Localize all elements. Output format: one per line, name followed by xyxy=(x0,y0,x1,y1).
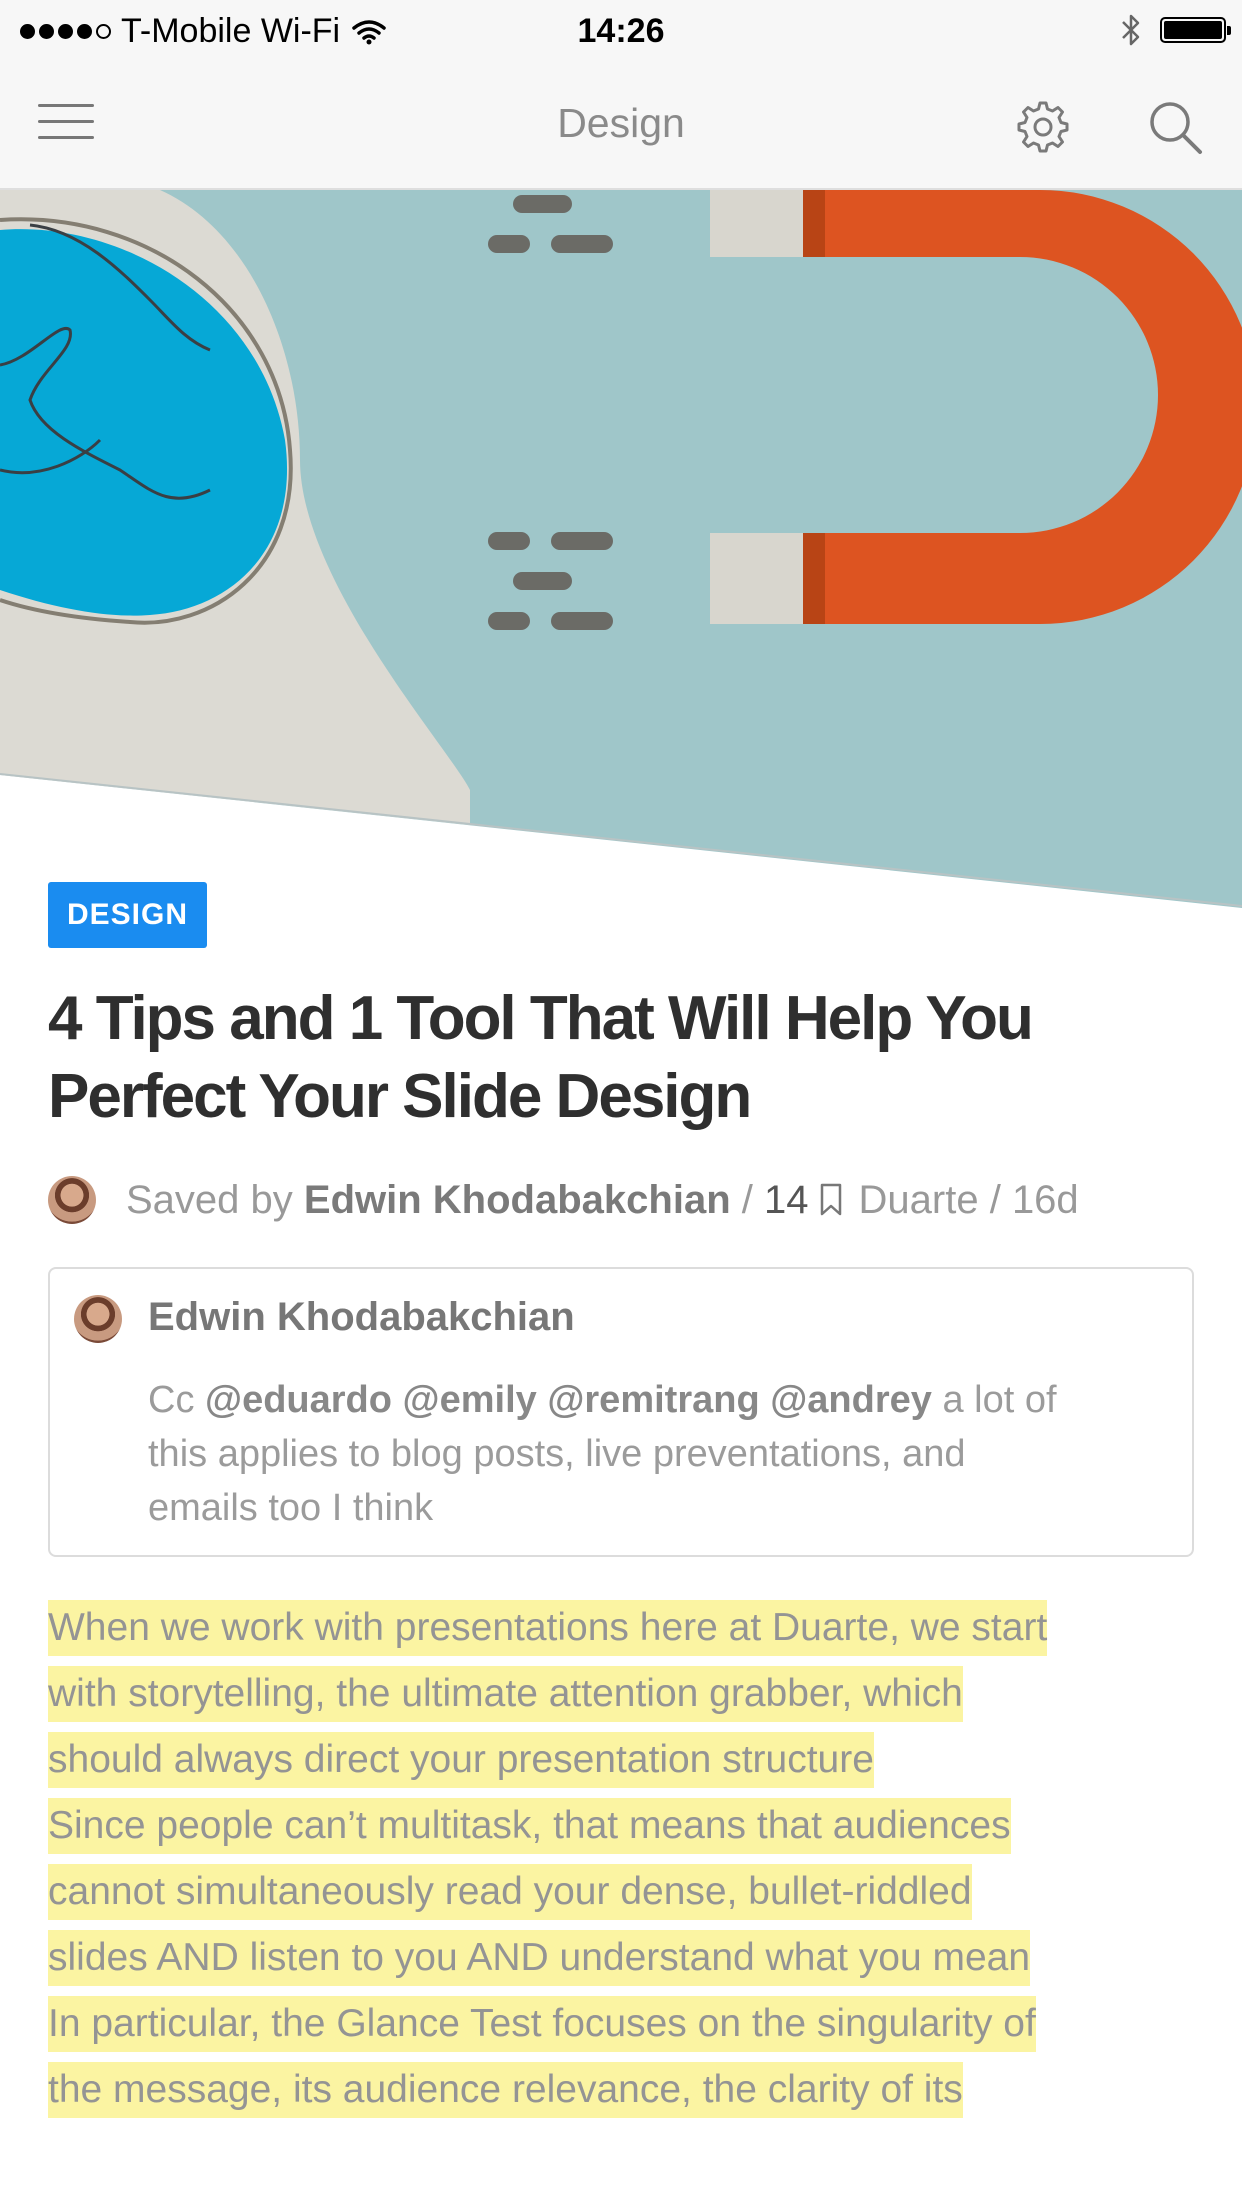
mention-link[interactable]: @remitrang xyxy=(547,1379,759,1421)
highlighted-excerpts: When we work with presentations here at … xyxy=(48,1600,1208,2128)
battery-icon xyxy=(1160,17,1231,43)
nav-bar: Design xyxy=(0,62,1242,190)
highlight-line[interactable]: slides AND listen to you AND understand … xyxy=(48,1930,1031,1986)
saver-name[interactable]: Edwin Khodabakchian xyxy=(304,1178,731,1223)
saver-avatar[interactable] xyxy=(48,1176,96,1224)
settings-button[interactable] xyxy=(1013,97,1073,157)
article-title[interactable]: 4 Tips and 1 Tool That Will Help You Per… xyxy=(48,980,1198,1136)
article-age: 16d xyxy=(1011,1177,1079,1222)
save-count: 14 xyxy=(764,1177,809,1222)
highlight-line[interactable]: the message, its audience relevance, the… xyxy=(48,2062,963,2118)
comment-text: Cc @eduardo @emily @remitrang @andrey a … xyxy=(148,1373,1218,1543)
mention-link[interactable]: @eduardo xyxy=(205,1379,392,1421)
meta-separator: / xyxy=(741,1177,753,1222)
search-icon xyxy=(1150,102,1202,154)
comment-line1-tail: a lot of xyxy=(942,1379,1057,1421)
comment-prefix: Cc xyxy=(148,1379,195,1421)
bluetooth-icon xyxy=(1122,14,1140,46)
battery-fill xyxy=(1164,21,1222,39)
saved-by-label: Saved by xyxy=(126,1177,293,1222)
status-right xyxy=(1120,12,1231,48)
meta-separator-2: / xyxy=(989,1177,1001,1222)
hero-image[interactable] xyxy=(0,190,1242,910)
comment-author[interactable]: Edwin Khodabakchian xyxy=(148,1295,575,1340)
gear-icon xyxy=(1017,101,1069,153)
status-bar: T-Mobile Wi-Fi 14:26 xyxy=(0,0,1242,62)
highlight-line[interactable]: In particular, the Glance Test focuses o… xyxy=(48,1996,1036,2052)
bookmark-icon xyxy=(820,1183,841,1216)
comment-line-2: this applies to blog posts, live prevent… xyxy=(148,1433,966,1475)
highlight-line[interactable]: When we work with presentations here at … xyxy=(48,1600,1048,1656)
comment-line-3: emails too I think xyxy=(148,1487,434,1529)
highlight-line[interactable]: cannot simultaneously read your dense, b… xyxy=(48,1864,972,1920)
highlight-line[interactable]: should always direct your presentation s… xyxy=(48,1732,874,1788)
mention-link[interactable]: @emily xyxy=(403,1379,537,1421)
comment-card[interactable]: Edwin Khodabakchian Cc @eduardo @emily @… xyxy=(48,1267,1194,1557)
commenter-avatar[interactable] xyxy=(74,1295,122,1343)
status-time: 14:26 xyxy=(577,12,665,50)
highlight-line[interactable]: with storytelling, the ultimate attentio… xyxy=(48,1666,963,1722)
source-name[interactable]: Duarte xyxy=(859,1178,979,1223)
comment-line: Cc @eduardo @emily @remitrang @andrey a … xyxy=(148,1373,1218,1427)
highlight-line[interactable]: Since people can’t multitask, that means… xyxy=(48,1798,1011,1854)
search-button[interactable] xyxy=(1145,97,1205,157)
category-tag[interactable]: DESIGN xyxy=(48,882,208,948)
article-meta: Saved by Edwin Khodabakchian / 14 Duarte… xyxy=(48,1176,1079,1224)
mention-link[interactable]: @andrey xyxy=(770,1379,932,1421)
